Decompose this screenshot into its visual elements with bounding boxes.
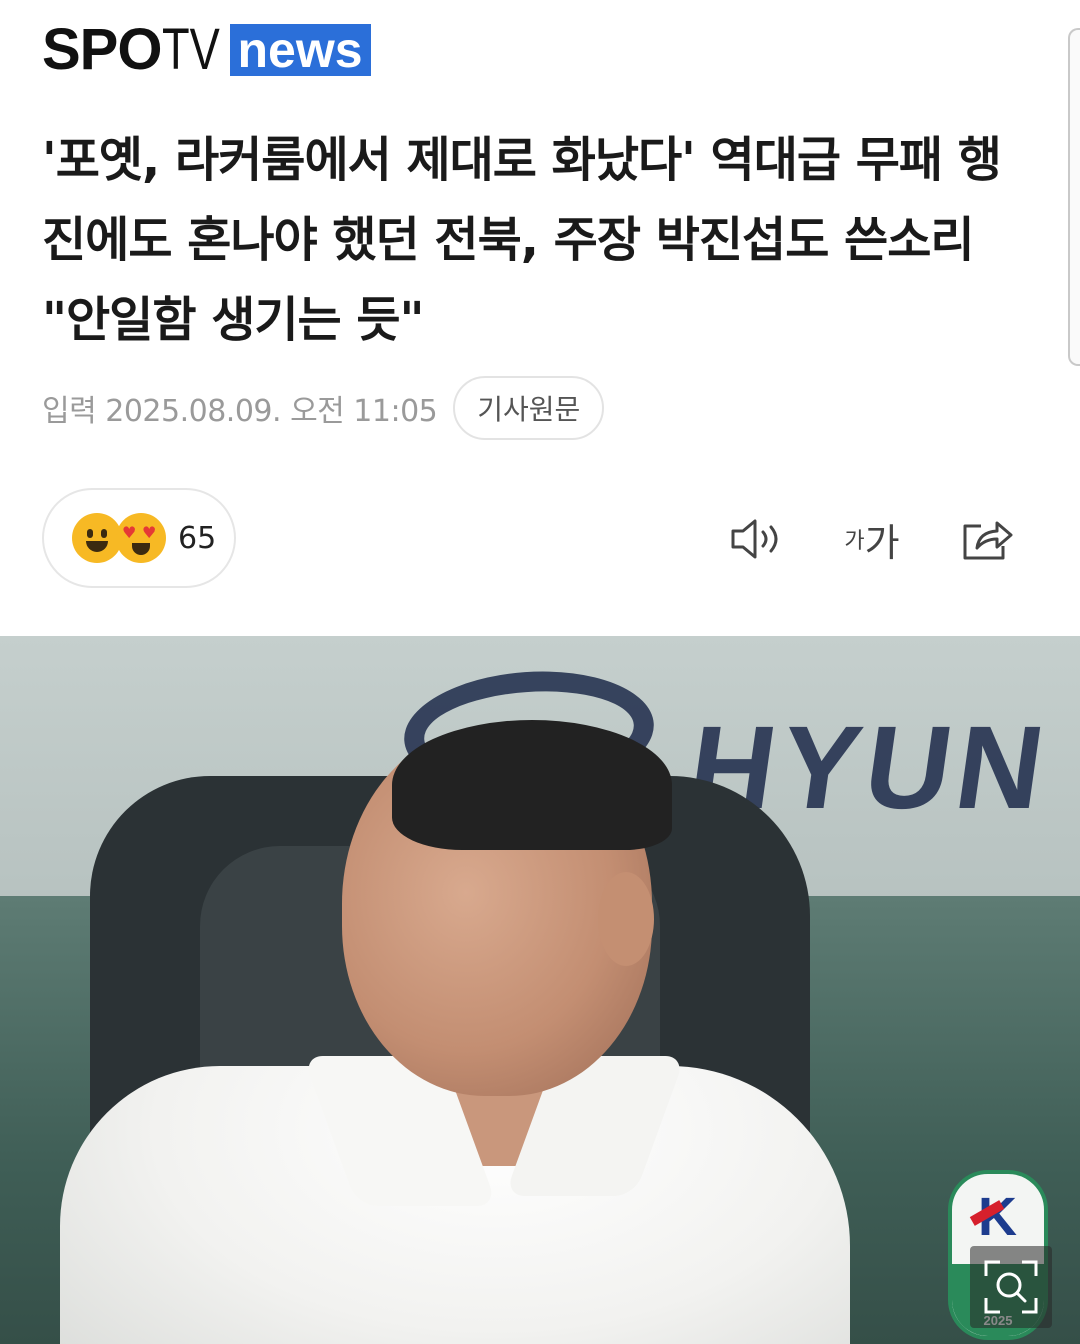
heart-eyes-emoji-icon: ♥ ♥ <box>116 513 166 563</box>
smile-emoji-icon <box>72 513 122 563</box>
speaker-icon[interactable] <box>728 512 786 566</box>
article-meta: 입력 2025.08.09. 오전 11:05 기사원문 <box>42 376 605 440</box>
publish-date: 입력 2025.08.09. 오전 11:05 <box>42 394 438 429</box>
reaction-count: 65 <box>178 520 217 556</box>
share-icon[interactable] <box>958 512 1016 566</box>
spotv-news-logo[interactable]: SPO TV news <box>42 17 371 82</box>
font-small-label: 가 <box>844 529 865 554</box>
font-size-icon[interactable]: 가 가 <box>838 512 906 566</box>
scrollbar[interactable] <box>1068 28 1080 366</box>
zoom-button[interactable] <box>970 1246 1052 1328</box>
article-photo[interactable]: HYUN K 2025 <box>0 636 1080 1344</box>
article-headline: '포옛, 라커룸에서 제대로 화났다' 역대급 무패 행진에도 혼나야 했던 전… <box>42 132 1002 348</box>
logo-news-badge: news <box>229 24 371 76</box>
logo-tv-text: TV <box>161 17 220 82</box>
zoom-icon <box>984 1260 1038 1314</box>
logo-spo-text: SPO <box>42 17 162 82</box>
original-article-button[interactable]: 기사원문 <box>453 376 605 440</box>
reaction-button[interactable]: ♥ ♥ 65 <box>42 488 236 588</box>
font-big-label: 가 <box>864 520 900 565</box>
